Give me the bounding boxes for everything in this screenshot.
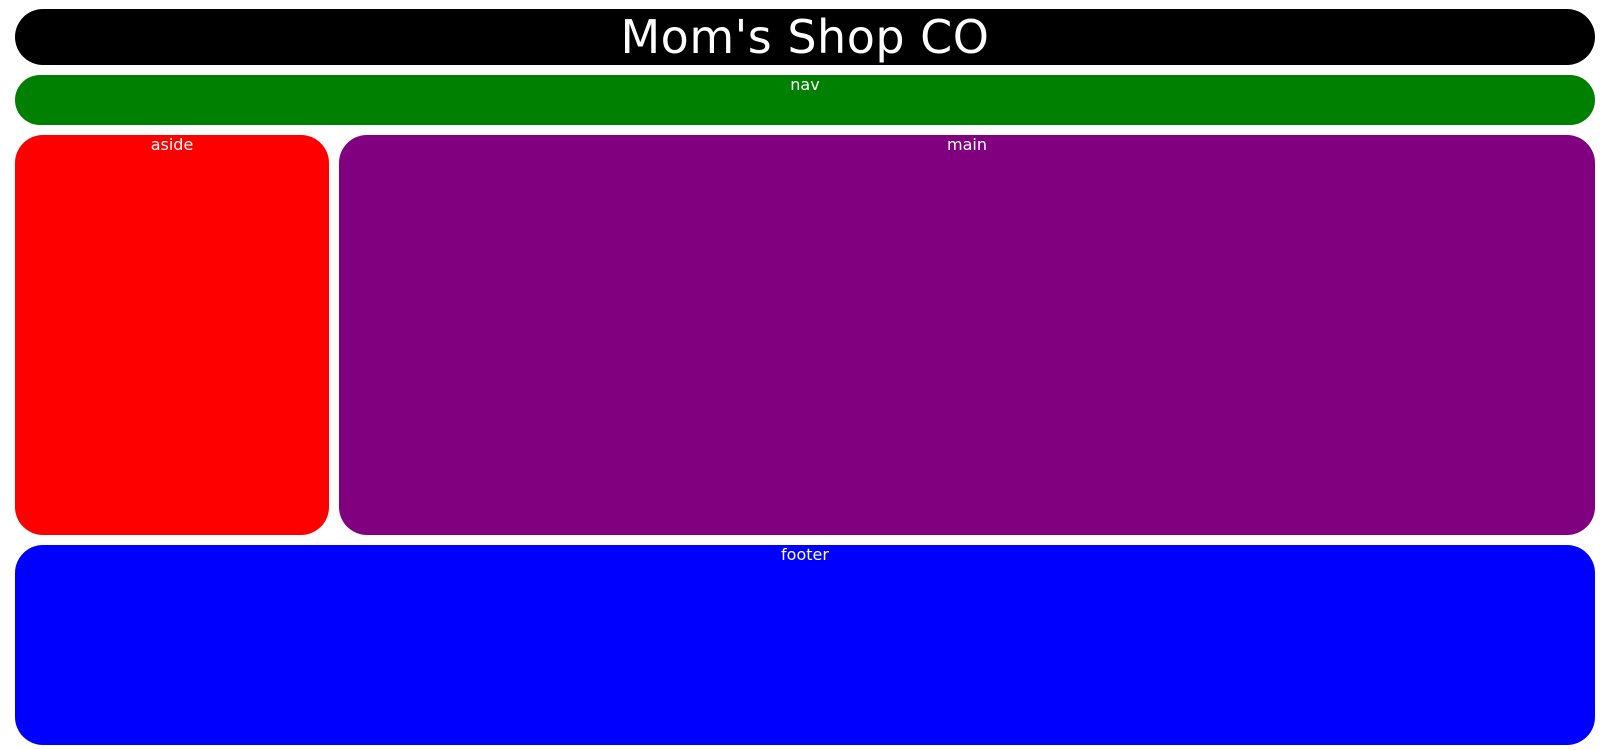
aside-label: aside [150, 135, 194, 154]
page: Mom's Shop CO nav aside main footer [0, 0, 1604, 750]
site-header: Mom's Shop CO [15, 9, 1595, 65]
nav-bar: nav [15, 75, 1595, 125]
main-label: main [947, 135, 987, 154]
main-content: main [339, 135, 1595, 535]
footer-label: footer [781, 545, 829, 564]
aside-panel: aside [15, 135, 329, 535]
nav-label: nav [790, 75, 820, 94]
site-title: Mom's Shop CO [620, 10, 990, 64]
site-footer: footer [15, 545, 1595, 745]
